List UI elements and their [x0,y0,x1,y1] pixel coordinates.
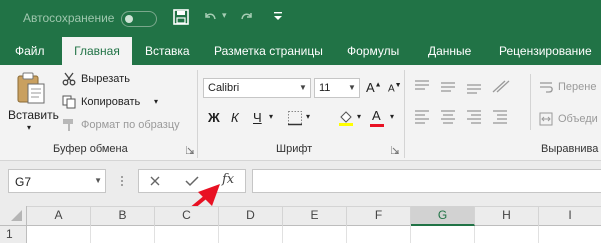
paste-icon[interactable] [15,71,47,105]
chevron-down-icon: ▼ [94,176,102,185]
tab-home[interactable]: Главная [62,37,132,65]
font-name-select[interactable]: Calibri ▼ [203,78,311,98]
save-icon[interactable] [173,9,189,25]
formula-input[interactable] [252,169,601,193]
customize-toolbar-icon[interactable] [272,9,284,23]
borders-icon[interactable] [287,110,303,126]
column-header-g[interactable]: G [411,206,475,226]
select-all-button[interactable] [0,206,27,226]
copy-button[interactable]: Копировать [81,96,140,108]
increase-font-icon[interactable]: A▲ [366,80,382,95]
column-header-h[interactable]: H [475,206,539,226]
copy-dropdown-icon[interactable]: ▾ [154,97,158,106]
horizontal-align-icons[interactable] [413,108,513,126]
decrease-font-icon[interactable]: A▼ [388,82,402,94]
undo-icon[interactable] [203,10,217,24]
font-size-value: 11 [319,82,331,94]
column-header-i[interactable]: I [539,206,601,226]
fill-color-icon[interactable] [338,109,354,127]
group-divider [404,70,405,158]
cell-b1[interactable] [91,226,155,243]
cell-e1[interactable] [283,226,347,243]
autosave-toggle[interactable] [121,11,157,27]
underline-dropdown-icon[interactable]: ▾ [269,112,273,121]
tab-review[interactable]: Рецензирование [499,44,592,58]
column-header-a[interactable]: A [27,206,91,226]
clipboard-group-label: Буфер обмена [53,143,128,155]
name-box-value: G7 [15,175,32,189]
alignment-group-label: Выравнива [541,143,599,155]
underline-button[interactable]: Ч [253,110,262,125]
wrap-text-button[interactable]: Перене [558,81,596,93]
tab-insert[interactable]: Вставка [145,44,190,58]
redo-icon[interactable] [240,10,254,24]
tab-page-layout[interactable]: Разметка страницы [214,44,323,58]
column-header-c[interactable]: C [155,206,219,226]
bold-button[interactable]: Ж [208,110,220,125]
name-box[interactable]: G7 ▼ [8,169,106,193]
cell-g1[interactable] [411,226,475,243]
chevron-down-icon: ▼ [348,83,356,92]
font-color-bar [370,124,384,127]
column-header-b[interactable]: B [91,206,155,226]
vertical-align-icons[interactable] [413,78,513,96]
cut-button[interactable]: Вырезать [81,73,130,85]
column-header-e[interactable]: E [283,206,347,226]
cell-f1[interactable] [347,226,411,243]
copy-icon[interactable] [62,95,76,109]
tab-file[interactable]: Файл [15,44,45,58]
autosave-label: Автосохранение [23,11,115,25]
format-painter-icon[interactable] [62,118,76,132]
font-size-select[interactable]: 11 ▼ [314,78,360,98]
cell-i1[interactable] [539,226,601,243]
italic-button[interactable]: К [231,110,239,125]
tab-data[interactable]: Данные [428,44,471,58]
font-color-dropdown-icon[interactable]: ▾ [390,112,394,121]
paste-button[interactable]: Вставить [8,108,59,122]
cell-d1[interactable] [219,226,283,243]
group-divider [197,70,198,158]
group-divider [530,74,531,130]
cancel-icon[interactable] [149,175,161,187]
font-color-icon[interactable]: A [372,108,381,123]
format-painter-button[interactable]: Формат по образцу [81,119,180,131]
row-header-1[interactable]: 1 [0,226,27,243]
font-launcher-icon[interactable] [391,146,399,154]
paste-dropdown-icon[interactable]: ▾ [27,123,31,132]
cell-h1[interactable] [475,226,539,243]
undo-dropdown-icon[interactable]: ▾ [222,10,227,21]
wrap-text-icon[interactable] [539,80,553,94]
cell-a1[interactable] [27,226,91,243]
cell-c1[interactable] [155,226,219,243]
font-group-label: Шрифт [276,143,313,155]
cut-icon[interactable] [62,72,76,86]
merge-center-button[interactable]: Объеди [558,113,598,125]
column-header-d[interactable]: D [219,206,283,226]
fill-color-dropdown-icon[interactable]: ▾ [357,112,361,121]
column-header-f[interactable]: F [347,206,411,226]
chevron-down-icon: ▼ [299,83,307,92]
borders-dropdown-icon[interactable]: ▾ [306,112,310,121]
merge-center-icon[interactable] [539,112,553,126]
clipboard-launcher-icon[interactable] [186,146,194,154]
grip-icon[interactable] [120,173,124,189]
font-name-value: Calibri [208,82,240,94]
tab-formulas[interactable]: Формулы [347,44,399,58]
